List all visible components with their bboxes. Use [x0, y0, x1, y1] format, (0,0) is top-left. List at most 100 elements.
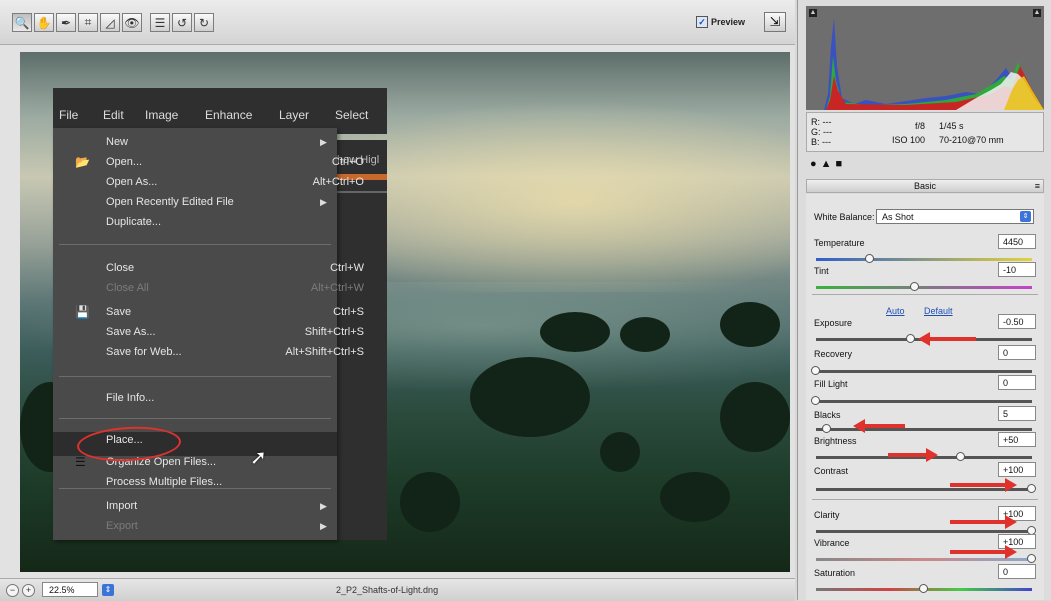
straighten-icon: ◿	[105, 15, 115, 30]
menu-image[interactable]: Image	[145, 108, 178, 122]
rgb-b: B: ---	[811, 137, 831, 147]
white-balance-select[interactable]: As Shot ⇕	[876, 209, 1034, 224]
menu-item-shortcut: Alt+Shift+Ctrl+S	[285, 346, 364, 358]
menu-item-label: Save As...	[106, 326, 156, 338]
eyedropper-tool-button[interactable]: ✒	[56, 13, 76, 32]
brightness-slider-thumb[interactable]	[955, 452, 965, 461]
menu-file[interactable]: File	[59, 108, 78, 122]
preview-checkbox-icon[interactable]: ✓	[696, 16, 708, 28]
camera-tab-icon[interactable]: ■	[836, 158, 843, 178]
hand-tool-button[interactable]: ✋	[34, 13, 54, 32]
fullscreen-button[interactable]: ⇲	[764, 12, 786, 32]
annotation-arrow	[853, 419, 905, 433]
save-disk-icon: 💾	[75, 305, 90, 319]
recovery-slider[interactable]	[811, 366, 1032, 375]
menu-item-open-as[interactable]: Open As... Alt+Ctrl+O	[106, 176, 364, 188]
menu-item-save[interactable]: Save Ctrl+S	[106, 306, 364, 318]
menu-layer[interactable]: Layer	[279, 108, 309, 122]
vibrance-slider[interactable]	[816, 554, 1036, 563]
tint-slider-thumb[interactable]	[910, 282, 920, 291]
tree-silhouette	[720, 382, 790, 452]
clarity-slider[interactable]	[816, 526, 1036, 535]
saturation-value-field[interactable]: 0	[998, 564, 1036, 579]
zoom-level-select[interactable]: 22.5% ⇕	[42, 582, 114, 597]
menu-item-save-for-web[interactable]: Save for Web... Alt+Shift+Ctrl+S	[106, 346, 364, 358]
menu-item-label: Import	[106, 500, 138, 512]
fullscreen-icon: ⇲	[769, 14, 781, 29]
menu-enhance[interactable]: Enhance	[205, 108, 252, 122]
tool-bar: 🔍 ✋ ✒ ⌗ ◿ 👁 ☰ ↺ ↻ ✓ Preview ⇲	[0, 0, 795, 45]
folder-icon: 📂	[75, 155, 90, 169]
menu-select[interactable]: Select	[335, 108, 368, 122]
detail-tab-icon[interactable]: ▲	[821, 158, 832, 178]
contrast-slider-thumb[interactable]	[1027, 484, 1036, 493]
basic-tab-icon[interactable]: ●	[810, 158, 817, 178]
menu-item-shortcut: Ctrl+W	[330, 262, 364, 274]
exposure-value-field[interactable]: -0.50	[998, 314, 1036, 329]
basic-panel-header: Basic ≡	[806, 179, 1044, 193]
fill-light-value-field[interactable]: 0	[998, 375, 1036, 390]
recovery-slider-thumb[interactable]	[811, 366, 820, 375]
tree-silhouette	[400, 472, 460, 532]
panel-menu-icon[interactable]: ≡	[1035, 180, 1040, 192]
histogram-graph	[806, 18, 1044, 110]
rotate-right-tool-button[interactable]: ↻	[194, 13, 214, 32]
annotation-arrow	[950, 478, 1017, 492]
shadow-clipping-toggle[interactable]: ▲	[809, 9, 817, 17]
menu-item-close[interactable]: Close Ctrl+W	[106, 262, 364, 274]
menu-item-duplicate[interactable]: Duplicate...	[106, 216, 364, 228]
saturation-slider-thumb[interactable]	[919, 584, 928, 593]
preview-toggle[interactable]: ✓ Preview	[696, 16, 745, 28]
exposure-slider-thumb[interactable]	[906, 334, 916, 343]
menu-item-label: Export	[106, 520, 138, 532]
recovery-value-field[interactable]: 0	[998, 345, 1036, 360]
redeye-icon: 👁	[124, 15, 140, 30]
clarity-value-field[interactable]: +100	[998, 506, 1036, 521]
menu-item-label: Duplicate...	[106, 216, 162, 228]
default-link[interactable]: Default	[924, 306, 953, 316]
zoom-tool-button[interactable]: 🔍	[12, 13, 32, 32]
annotation-arrow	[950, 515, 1017, 529]
saturation-slider[interactable]	[816, 584, 1032, 593]
vibrance-label: Vibrance	[814, 538, 850, 548]
menu-item-save-as[interactable]: Save As... Shift+Ctrl+S	[106, 326, 364, 338]
auto-link[interactable]: Auto	[886, 306, 905, 316]
preferences-tool-button[interactable]: ☰	[150, 13, 170, 32]
temperature-slider[interactable]	[816, 254, 1032, 263]
menu-item-open[interactable]: Open... Ctrl+O	[106, 156, 364, 168]
select-arrows-icon: ⇕	[102, 584, 114, 596]
contrast-value-field[interactable]: +100	[998, 462, 1036, 477]
straighten-tool-button[interactable]: ◿	[100, 13, 120, 32]
fill-light-slider-thumb[interactable]	[811, 396, 820, 405]
menu-edit[interactable]: Edit	[103, 108, 124, 122]
menu-item-process-multiple-files[interactable]: Process Multiple Files...	[106, 476, 364, 488]
menu-item-label: Close	[106, 262, 135, 274]
menu-item-close-all[interactable]: Close All Alt+Ctrl+W	[106, 282, 364, 294]
zoom-out-button[interactable]: −	[6, 584, 19, 597]
contrast-slider[interactable]	[816, 484, 1036, 493]
menu-item-label: Open...	[106, 156, 143, 168]
brightness-value-field[interactable]: +50	[998, 432, 1036, 447]
vibrance-slider-thumb[interactable]	[1027, 554, 1036, 563]
divider	[812, 294, 1038, 295]
blacks-value-field[interactable]: 5	[998, 406, 1036, 421]
blacks-slider[interactable]	[816, 424, 1032, 433]
redeye-tool-button[interactable]: 👁	[122, 13, 142, 32]
file-menu-dropdown: New ▶ Open... Ctrl+O 📂 Open As... Alt+Ctrl+O Op…	[53, 128, 364, 540]
tint-value-field[interactable]: -10	[998, 262, 1036, 277]
tree-silhouette	[470, 357, 590, 437]
crop-tool-button[interactable]: ⌗	[78, 13, 98, 32]
temperature-slider-thumb[interactable]	[865, 254, 874, 263]
menu-item-file-info[interactable]: File Info...	[106, 392, 364, 404]
zoom-in-button[interactable]: +	[22, 584, 35, 597]
rotate-left-tool-button[interactable]: ↺	[172, 13, 192, 32]
submenu-arrow-icon: ▶	[320, 137, 327, 147]
menu-item-label: Save for Web...	[106, 346, 182, 358]
tint-slider[interactable]	[816, 282, 1032, 291]
vibrance-value-field[interactable]: +100	[998, 534, 1036, 549]
crop-icon: ⌗	[84, 15, 92, 29]
highlight-clipping-toggle[interactable]: ▲	[1033, 9, 1041, 17]
fill-light-slider[interactable]	[811, 396, 1032, 405]
temperature-value-field[interactable]: 4450	[998, 234, 1036, 249]
blacks-slider-thumb[interactable]	[821, 424, 831, 433]
